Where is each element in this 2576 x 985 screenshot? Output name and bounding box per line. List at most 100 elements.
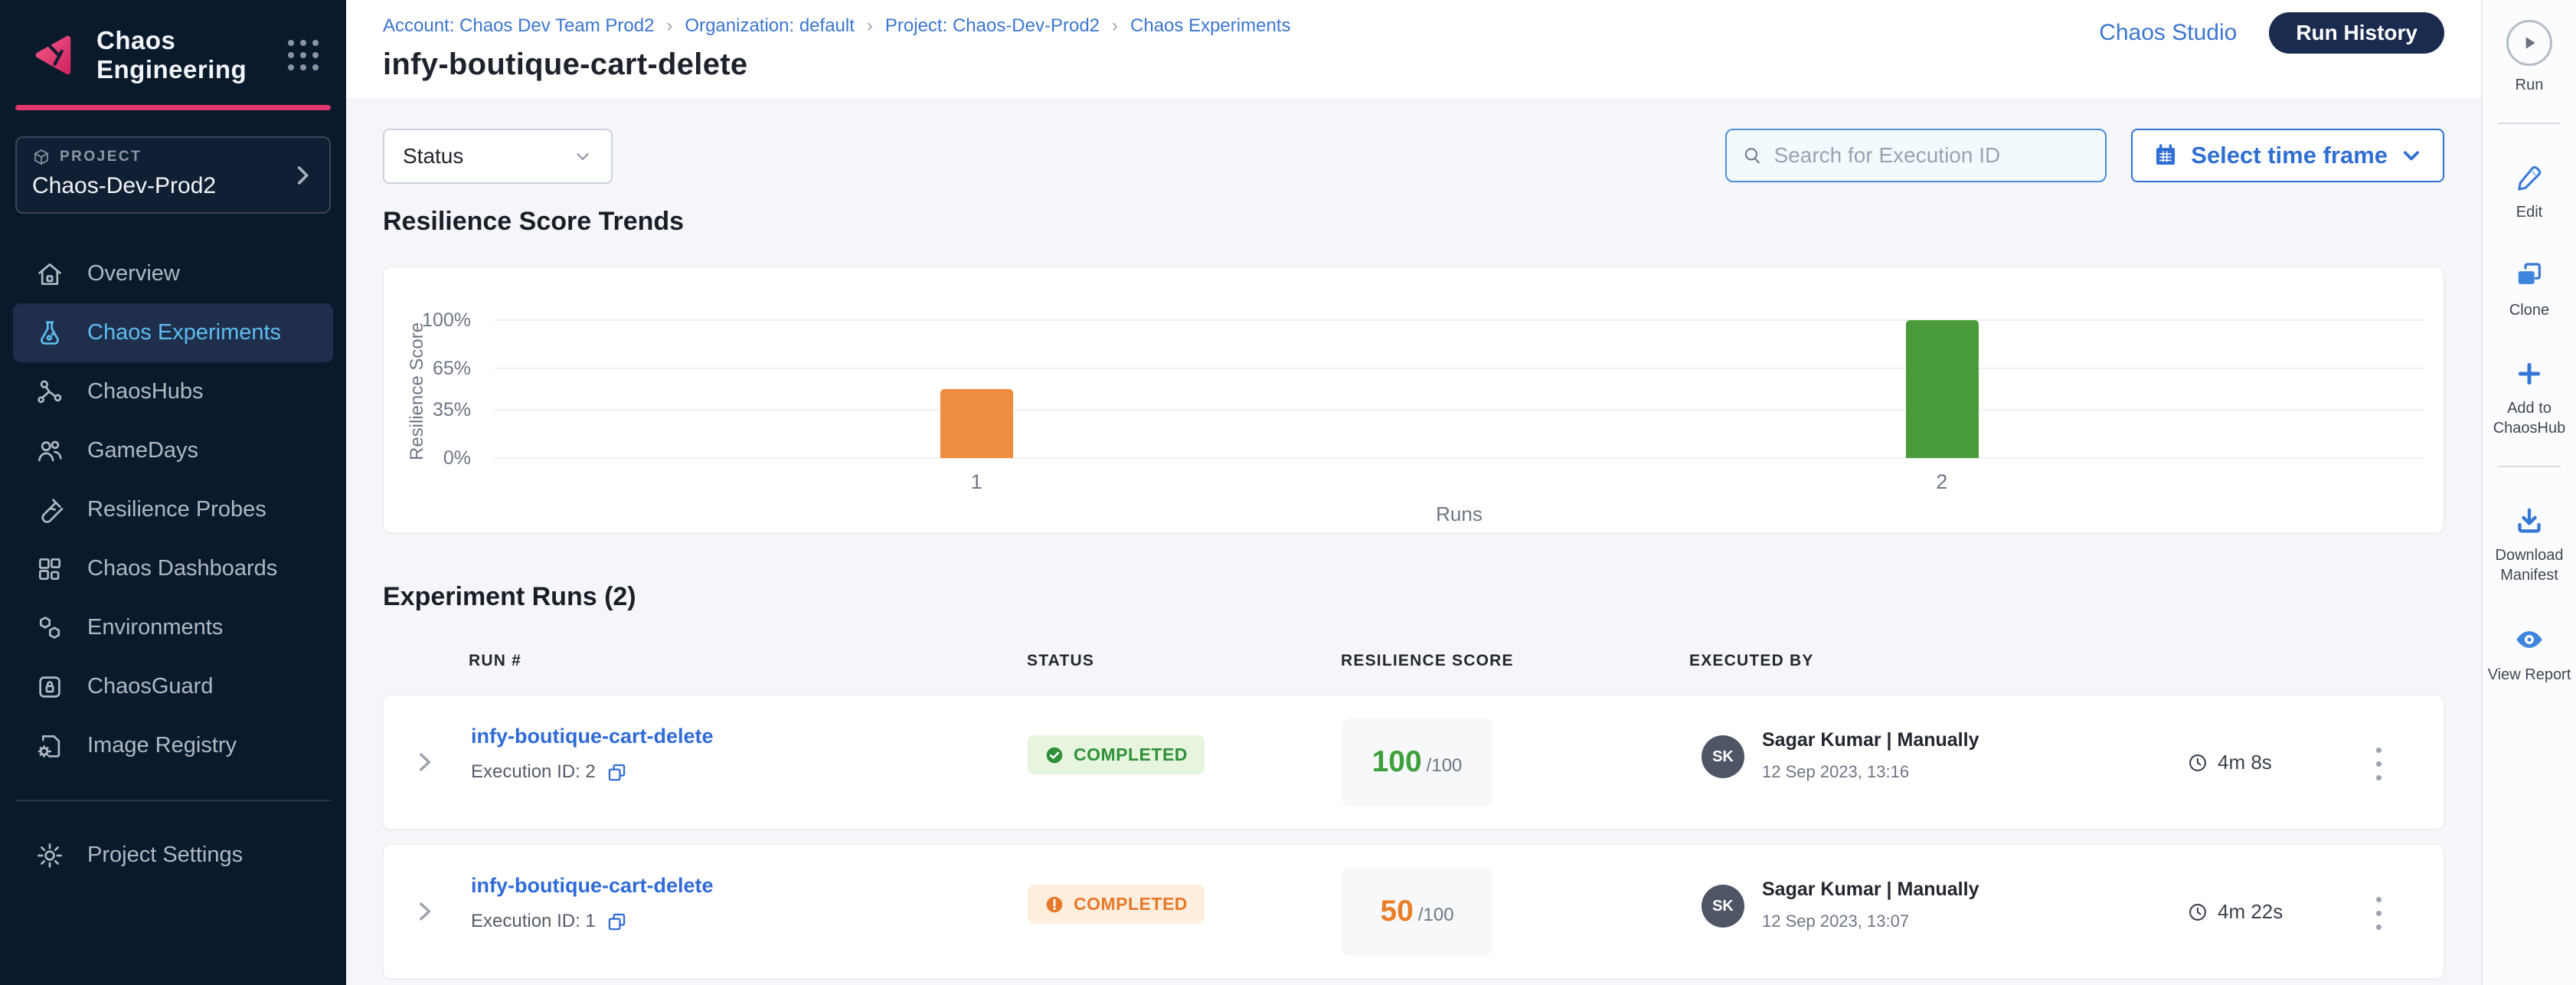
sidebar-item-resilience-probes[interactable]: Resilience Probes [13,480,333,539]
execution-id: Execution ID: 2 [471,761,596,783]
cube-icon [32,148,51,166]
run-name-link[interactable]: infy-boutique-cart-delete [471,874,714,898]
chart-gridline [494,368,2424,369]
chaos-studio-link[interactable]: Chaos Studio [2099,20,2237,46]
clone-label: Clone [2509,300,2549,320]
sidebar-item-chaoshubs[interactable]: ChaosHubs [13,362,333,421]
clock-icon [2187,902,2208,923]
avatar: SK [1702,735,1744,778]
copy-icon[interactable] [606,911,627,932]
row-menu-kebab-icon[interactable] [2372,743,2386,785]
pencil-icon [2514,162,2545,193]
download-manifest-action[interactable]: Download Manifest [2484,506,2574,585]
executed-by-name: Sagar Kumar | Manually [1762,879,1979,901]
chaos-engineering-logo-icon [29,31,77,79]
sidebar-item-image-registry[interactable]: Image Registry [13,716,333,775]
edit-action[interactable]: Edit [2514,162,2545,222]
filter-row: Status Select time frame [383,129,2444,184]
chart-xtick-label: 2 [1936,470,1947,494]
users-icon [35,437,64,466]
expand-chevron-icon[interactable] [411,749,437,775]
run-action[interactable]: Run [2506,20,2552,95]
run-play-button[interactable] [2506,20,2552,66]
run-row-execution-1: infy-boutique-cart-delete Execution ID: … [383,844,2444,979]
bar-run-1[interactable] [940,389,1013,458]
execution-search [1725,129,2107,182]
view-report-action[interactable]: View Report [2484,623,2574,685]
chart-gridline [494,319,2424,321]
time-frame-button[interactable]: Select time frame [2131,129,2444,182]
resilience-score-chip: 50 /100 [1342,868,1492,955]
row-menu-kebab-icon[interactable] [2372,892,2386,934]
brand-row: Chaos Engineering [0,0,346,84]
status-filter-dropdown[interactable]: Status [383,129,613,184]
page-title: infy-boutique-cart-delete [383,47,747,82]
run-row-execution-2: infy-boutique-cart-delete Execution ID: … [383,695,2444,830]
sidebar-item-environments[interactable]: Environments [13,598,333,657]
sidebar-item-label: Resilience Probes [87,497,266,522]
pink-divider [15,105,331,110]
run-history-button[interactable]: Run History [2269,12,2444,54]
project-selector[interactable]: PROJECT Chaos-Dev-Prod2 [15,136,331,214]
sidebar-item-label: Environments [87,615,223,640]
score-denominator: /100 [1418,905,1454,926]
breadcrumb-separator: › [867,15,873,37]
edit-label: Edit [2516,202,2542,222]
breadcrumb-chaos-experiments[interactable]: Chaos Experiments [1130,15,1290,37]
chevron-down-icon [573,146,593,166]
chart-x-axis-label: Runs [494,502,2424,526]
clock-icon [2187,752,2208,774]
run-name-link[interactable]: infy-boutique-cart-delete [471,725,714,748]
app-grid-icon[interactable] [288,40,319,70]
execution-id: Execution ID: 1 [471,911,596,932]
executed-by-name: Sagar Kumar | Manually [1762,729,1979,751]
brand-title: Chaos Engineering [96,26,288,84]
sidebar-item-gamedays[interactable]: GameDays [13,421,333,480]
copy-icon[interactable] [606,762,627,783]
column-executed-by: EXECUTED BY [1689,652,1814,670]
file-gear-icon [35,731,64,761]
status-filter-label: Status [403,144,463,169]
sidebar-item-label: Project Settings [87,843,243,868]
chart-plot [494,320,2424,458]
sidebar-item-label: ChaosHubs [87,379,204,404]
resilience-trends-title: Resilience Score Trends [383,207,2444,237]
breadcrumb-organization[interactable]: Organization: default [685,15,854,37]
sidebar-item-project-settings[interactable]: Project Settings [13,826,333,885]
main-content: Status Select time frame [346,98,2481,985]
sidebar-item-label: Chaos Experiments [87,320,281,345]
chart-yticks: 0%35%65%100% [384,320,482,458]
expand-chevron-icon[interactable] [411,898,437,924]
chart-xtick-label: 1 [971,470,982,494]
sidebar-item-label: GameDays [87,438,198,463]
chart-gridline [494,409,2424,411]
check-circle-icon [1044,745,1064,765]
score-value: 100 [1372,745,1422,779]
sidebar-item-overview[interactable]: Overview [13,244,333,303]
home-icon [35,260,64,289]
hexagons-icon [35,614,64,643]
avatar: SK [1702,885,1744,928]
test-tube-icon [35,496,64,525]
sidebar-item-chaos-dashboards[interactable]: Chaos Dashboards [13,539,333,598]
chart-ytick-label: 0% [443,447,471,469]
panel-divider [2498,466,2561,467]
breadcrumb-account[interactable]: Account: Chaos Dev Team Prod2 [383,15,654,37]
sidebar-item-chaos-experiments[interactable]: Chaos Experiments [13,303,333,362]
sidebar-divider [15,800,331,801]
chart-ytick-label: 100% [422,309,471,331]
run-duration: 4m 22s [2187,900,2283,924]
dashboards-icon [35,555,64,584]
chart-xticks: Runs 1 2 [494,458,2424,531]
run-label: Run [2516,75,2544,95]
calendar-icon [2153,142,2179,169]
breadcrumb-project[interactable]: Project: Chaos-Dev-Prod2 [885,15,1100,37]
sidebar-item-label: Image Registry [87,733,237,758]
clone-action[interactable]: Clone [2509,260,2549,320]
search-input[interactable] [1774,143,2091,168]
add-to-chaoshub-action[interactable]: Add to ChaosHub [2484,358,2574,438]
resilience-score-chart: Resilience Score 0%35%65%100% Runs 12 [383,267,2444,533]
score-denominator: /100 [1427,755,1463,777]
sidebar-item-chaosguard[interactable]: ChaosGuard [13,657,333,716]
bar-run-2[interactable] [1906,320,1979,458]
